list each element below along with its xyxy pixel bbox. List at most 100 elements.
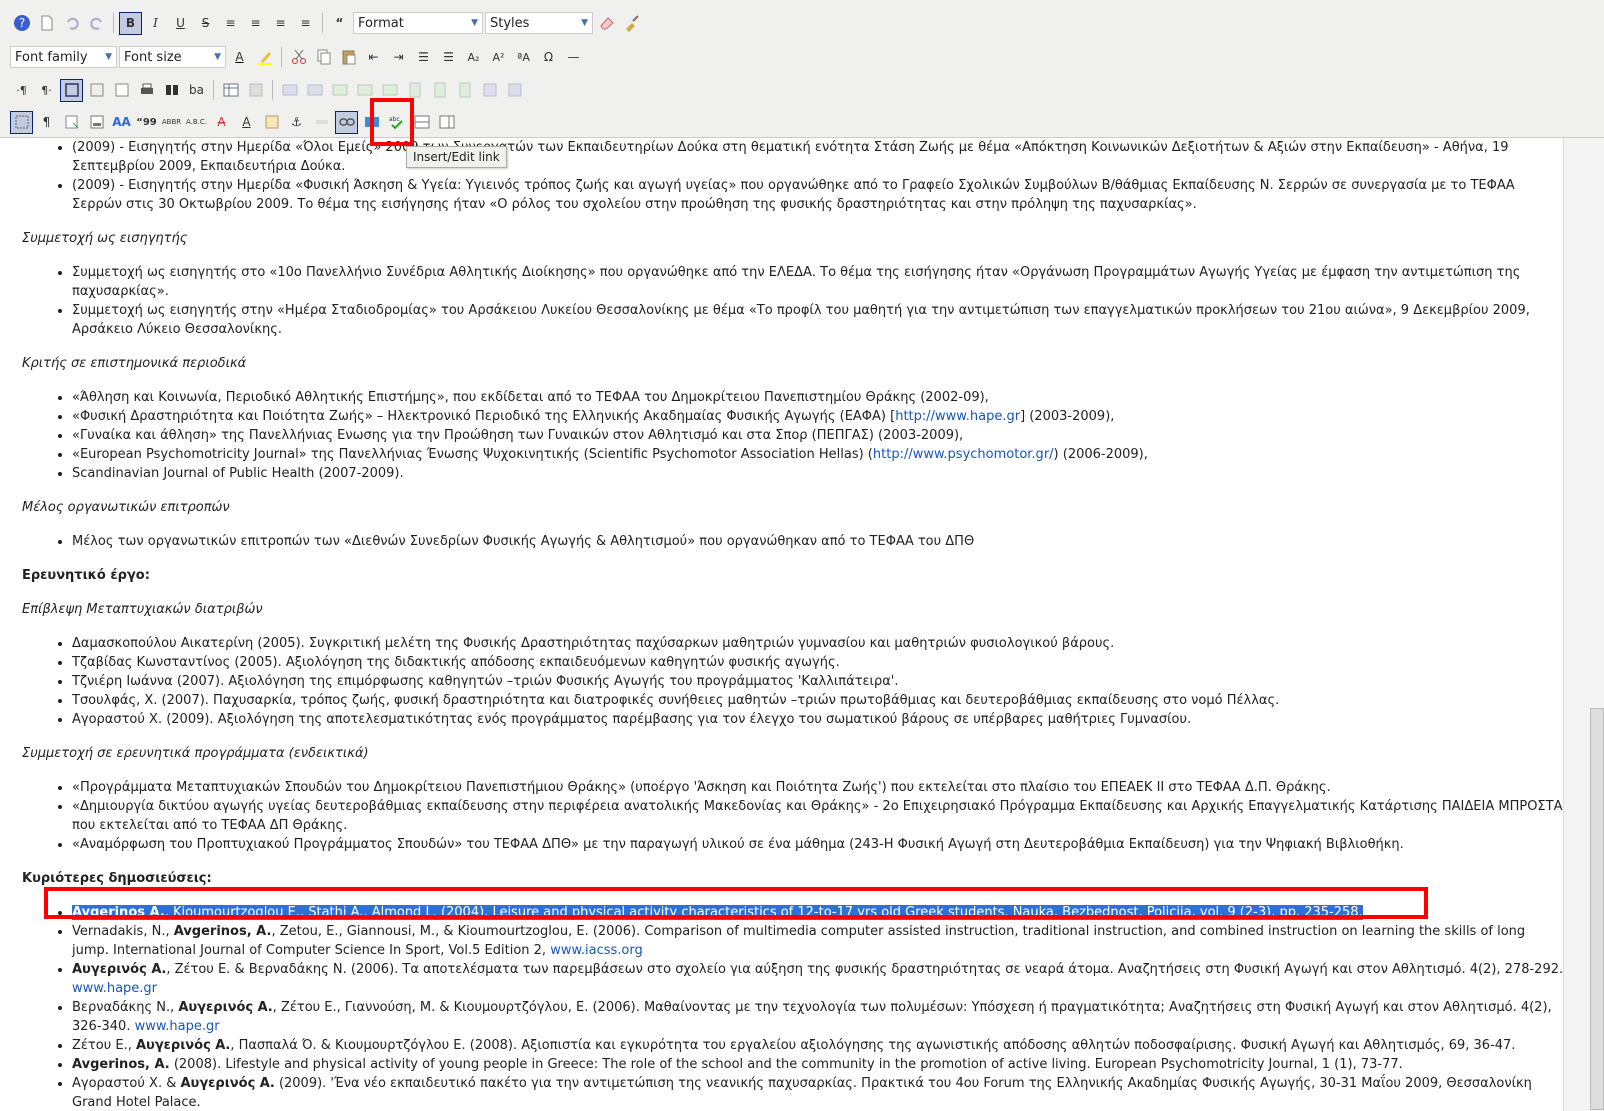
italic-button[interactable]: I [144, 12, 167, 35]
delete-col-icon[interactable] [453, 79, 476, 102]
strikethrough-button[interactable]: S [194, 12, 217, 35]
find-icon[interactable] [160, 79, 183, 102]
col-after-icon[interactable] [428, 79, 451, 102]
horizontal-rule-icon[interactable]: — [562, 46, 585, 69]
toolbar-row-2: Font family ▼ Font size ▼ A ⇤ ⇥ ☰ ☰ A₂ A² … [10, 44, 585, 70]
change-case-icon[interactable]: ªA [512, 46, 535, 69]
template-icon[interactable] [85, 79, 108, 102]
blockquote-icon[interactable]: “ [328, 12, 351, 35]
insert-layer-icon[interactable] [60, 111, 83, 134]
chevron-down-icon: ▼ [105, 52, 112, 62]
acronym-icon[interactable]: A.B.C. [185, 111, 208, 134]
table-props-icon[interactable] [244, 79, 267, 102]
align-justify-icon[interactable]: ≡ [294, 12, 317, 35]
text-color-icon[interactable]: A [228, 46, 251, 69]
subscript-icon[interactable]: A₂ [462, 46, 485, 69]
selected-publication[interactable]: Avgerinos A., Kioumourtzoglou E., Stathi… [72, 903, 1564, 922]
editor-content[interactable]: (2009) - Εισηγητής στην Ημερίδα «Όλοι Εμ… [0, 138, 1564, 1111]
pub-link[interactable]: www.iacss.org [550, 943, 643, 958]
bold-button[interactable]: B [119, 11, 142, 35]
styles-select[interactable]: Styles ▼ [485, 12, 593, 34]
row-props-icon[interactable] [278, 79, 301, 102]
abbr-icon[interactable]: ABBR [160, 111, 183, 134]
delete-row-icon[interactable] [378, 79, 401, 102]
numbered-list-icon[interactable]: ☰ [412, 46, 435, 69]
section-heading: Επίβλεψη Μεταπτυχιακών διατριβών [22, 602, 263, 617]
item-text: «Γυναίκα και άθληση» της Πανελλήνιας Ενω… [72, 428, 964, 443]
indent-icon[interactable]: ⇥ [387, 46, 410, 69]
row-before-icon[interactable] [328, 79, 351, 102]
redo-icon[interactable] [85, 12, 108, 35]
styleprops-icon[interactable]: AA [110, 111, 133, 134]
new-document-icon[interactable] [35, 12, 58, 35]
ins-icon[interactable]: A [235, 111, 258, 134]
list-item: Αγοραστού Χ. & Αυγερινός Α. (2009). 'Ένα… [72, 1074, 1564, 1111]
replace-icon[interactable]: ba [185, 79, 208, 102]
list-item: (2009) - Εισηγητής στην Ημερίδα «Φυσική … [72, 176, 1564, 214]
align-right-icon[interactable]: ≡ [269, 12, 292, 35]
hape-link[interactable]: http://www.hape.gr [895, 409, 1020, 424]
insert-link-tooltip: Insert/Edit link [406, 146, 507, 168]
split-cells-icon[interactable] [478, 79, 501, 102]
eraser-icon[interactable] [595, 12, 618, 35]
cleanup-brush-icon[interactable] [620, 12, 643, 35]
format-select[interactable]: Format ▼ [353, 12, 483, 34]
insert-table-icon[interactable] [219, 79, 242, 102]
show-blocks-icon[interactable]: ¶ [35, 111, 58, 134]
scrollbar-thumb[interactable] [1590, 708, 1604, 1110]
pagebreak-icon[interactable] [410, 111, 433, 134]
undo-icon[interactable] [60, 12, 83, 35]
item-text: «European Psychomotricity Journal» της Π… [72, 447, 873, 462]
pub-author: Avgerinos A. [72, 905, 165, 920]
attribs-icon[interactable] [260, 111, 283, 134]
list-item: Αυγερινός Α., Ζέτου Ε. & Βερναδάκης Ν. (… [72, 960, 1564, 998]
print-icon[interactable] [135, 79, 158, 102]
outdent-icon[interactable]: ⇤ [362, 46, 385, 69]
align-center-icon[interactable]: ≡ [244, 12, 267, 35]
chevron-down-icon: ▼ [214, 52, 221, 62]
cell-props-icon[interactable] [303, 79, 326, 102]
media-icon[interactable] [435, 111, 458, 134]
superscript-icon[interactable]: A² [487, 46, 510, 69]
pub-link[interactable]: www.hape.gr [135, 1019, 220, 1034]
psychomotor-link[interactable]: http://www.psychomotor.gr/ [873, 447, 1054, 462]
section-heading-bold: Ερευνητικό έργο: [22, 568, 150, 583]
pub-author: Αυγερινός Α. [72, 962, 167, 977]
separator [322, 13, 323, 33]
del-icon[interactable]: A [210, 111, 233, 134]
pub-text: Βερναδάκης Ν., [72, 1000, 179, 1015]
bullet-list-icon[interactable]: ☰ [437, 46, 460, 69]
pub-link[interactable]: www.hape.gr [72, 981, 157, 996]
cut-icon[interactable] [287, 46, 310, 69]
pub-text: Ζέτου Ε., [72, 1038, 136, 1053]
rtl-icon[interactable]: ¶· [35, 79, 58, 102]
list-item: Scandinavian Journal of Public Health (2… [72, 464, 1564, 483]
paste-icon[interactable] [337, 46, 360, 69]
font-size-select[interactable]: Font size ▼ [119, 46, 226, 68]
vertical-scrollbar[interactable] [1563, 138, 1604, 1111]
spellcheck-icon[interactable]: abc [385, 111, 408, 134]
absolute-icon[interactable] [85, 111, 108, 134]
source-code-icon[interactable] [110, 79, 133, 102]
visual-aid-icon[interactable] [10, 110, 33, 134]
underline-button[interactable]: U [169, 12, 192, 35]
image-icon[interactable] [360, 111, 383, 134]
help-icon[interactable]: ? [10, 12, 33, 35]
cite-icon[interactable]: “99 [135, 111, 158, 134]
anchor-icon[interactable]: ⚓ [285, 111, 308, 134]
omega-symbol-icon[interactable]: Ω [537, 46, 560, 69]
unlink-icon[interactable] [310, 111, 333, 134]
col-before-icon[interactable] [403, 79, 426, 102]
editor-toolbar: ? B I U S ≡ ≡ ≡ ≡ “ Format ▼ Styles ▼ Font… [0, 0, 1604, 138]
font-family-select[interactable]: Font family ▼ [10, 46, 117, 68]
merge-cells-icon[interactable] [503, 79, 526, 102]
insert-link-button[interactable] [335, 110, 358, 134]
fullscreen-icon[interactable] [60, 78, 83, 102]
pub-text: (2008). Lifestyle and physical activity … [169, 1057, 1403, 1072]
copy-icon[interactable] [312, 46, 335, 69]
align-left-icon[interactable]: ≡ [219, 12, 242, 35]
row-after-icon[interactable] [353, 79, 376, 102]
highlight-color-icon[interactable] [253, 46, 276, 69]
ltr-icon[interactable]: ·¶ [10, 79, 33, 102]
